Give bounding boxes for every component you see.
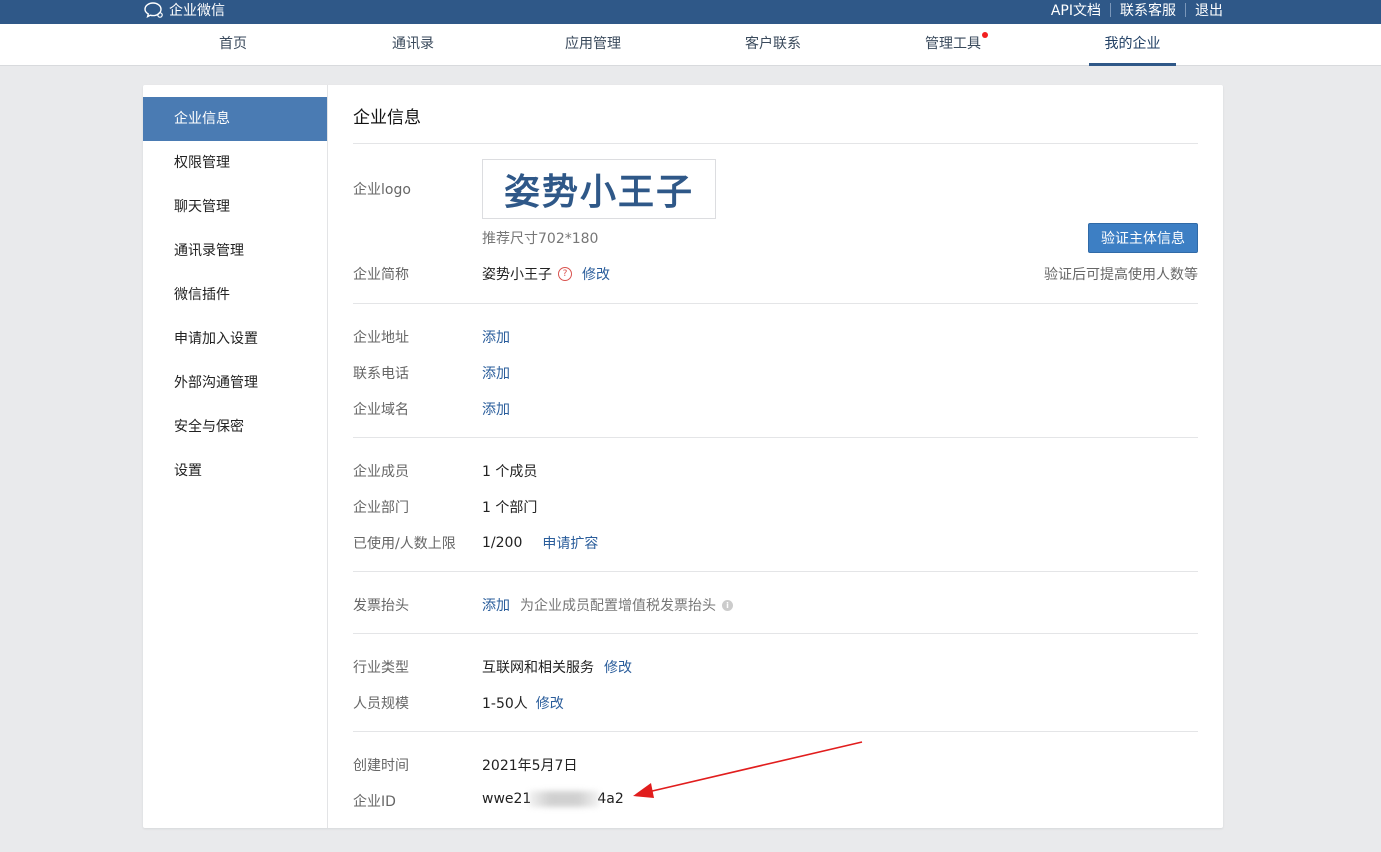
brand[interactable]: 企业微信 xyxy=(143,0,225,20)
divider xyxy=(353,571,1198,572)
sidebar-item-chat-management[interactable]: 聊天管理 xyxy=(143,185,327,229)
sidebar-item-company-info[interactable]: 企业信息 xyxy=(143,97,327,141)
top-bar: 企业微信 API文档 联系客服 退出 xyxy=(0,0,1381,24)
main-nav: 首页 通讯录 应用管理 客户联系 管理工具 我的企业 xyxy=(0,24,1381,66)
apply-expansion-link[interactable]: 申请扩容 xyxy=(542,533,598,553)
quota-label: 已使用/人数上限 xyxy=(353,536,456,552)
scale-label: 人员规模 xyxy=(353,696,409,712)
nav-customer-contact[interactable]: 客户联系 xyxy=(729,24,817,65)
industry-value: 互联网和相关服务 xyxy=(482,660,594,676)
corp-id-value[interactable]: wwe21 4a2 xyxy=(482,791,624,807)
divider xyxy=(353,143,1198,144)
page-title: 企业信息 xyxy=(353,108,421,128)
short-name-value: 姿势小王子 xyxy=(482,267,552,283)
wecom-logo-icon xyxy=(143,1,165,19)
divider xyxy=(353,633,1198,634)
scale-row: 1-50人 修改 xyxy=(482,693,564,713)
top-links: API文档 联系客服 退出 xyxy=(1051,0,1223,20)
add-address-link[interactable]: 添加 xyxy=(482,327,510,347)
divider xyxy=(1185,3,1186,17)
sidebar-item-wechat-plugin[interactable]: 微信插件 xyxy=(143,273,327,317)
brand-name: 企业微信 xyxy=(169,3,225,19)
phone-label: 联系电话 xyxy=(353,366,409,382)
sidebar-item-security[interactable]: 安全与保密 xyxy=(143,405,327,449)
sidebar-item-join-settings[interactable]: 申请加入设置 xyxy=(143,317,327,361)
departments-value: 1 个部门 xyxy=(482,500,538,516)
sidebar-item-contacts-management[interactable]: 通讯录管理 xyxy=(143,229,327,273)
divider xyxy=(1110,3,1111,17)
sidebar-item-permissions[interactable]: 权限管理 xyxy=(143,141,327,185)
nav-contacts[interactable]: 通讯录 xyxy=(376,24,450,65)
scale-value: 1-50人 xyxy=(482,696,528,712)
logo-size-hint: 推荐尺寸702*180 xyxy=(482,231,599,247)
logout-link[interactable]: 退出 xyxy=(1195,0,1223,20)
invoice-label: 发票抬头 xyxy=(353,598,409,614)
add-domain-link[interactable]: 添加 xyxy=(482,399,510,419)
nav-my-company[interactable]: 我的企业 xyxy=(1089,24,1176,66)
short-name-label: 企业简称 xyxy=(353,267,409,283)
nav-app-management[interactable]: 应用管理 xyxy=(549,24,637,65)
created-label: 创建时间 xyxy=(353,758,409,774)
nav-admin-tools[interactable]: 管理工具 xyxy=(909,24,997,65)
divider xyxy=(353,437,1198,438)
notification-dot xyxy=(982,32,988,38)
verify-entity-button[interactable]: 验证主体信息 xyxy=(1088,223,1198,253)
sidebar: 企业信息 权限管理 聊天管理 通讯录管理 微信插件 申请加入设置 外部沟通管理 … xyxy=(143,85,328,828)
quota-value: 1/200 xyxy=(482,535,523,551)
edit-scale-link[interactable]: 修改 xyxy=(536,693,564,713)
nav-admin-tools-label: 管理工具 xyxy=(925,36,981,52)
departments-label: 企业部门 xyxy=(353,500,409,516)
redacted-blur xyxy=(529,791,600,807)
corp-id-suffix: 4a2 xyxy=(597,791,624,807)
sidebar-item-settings[interactable]: 设置 xyxy=(143,449,327,493)
created-value: 2021年5月7日 xyxy=(482,758,578,774)
corp-id-prefix: wwe21 xyxy=(482,791,532,807)
divider xyxy=(353,303,1198,304)
api-docs-link[interactable]: API文档 xyxy=(1051,0,1101,20)
domain-label: 企业域名 xyxy=(353,402,409,418)
invoice-row: 添加 为企业成员配置增值税发票抬头 i xyxy=(482,595,733,615)
corp-id-label: 企业ID xyxy=(353,794,396,810)
edit-industry-link[interactable]: 修改 xyxy=(604,657,632,677)
divider xyxy=(353,731,1198,732)
company-info-panel: 企业信息 企业logo 姿势小王子 推荐尺寸702*180 验证主体信息 企业简… xyxy=(353,85,1198,828)
industry-label: 行业类型 xyxy=(353,660,409,676)
company-logo[interactable]: 姿势小王子 xyxy=(482,159,716,219)
edit-short-name-link[interactable]: 修改 xyxy=(582,264,610,284)
quota-row: 1/200 申请扩容 xyxy=(482,533,598,553)
add-invoice-link[interactable]: 添加 xyxy=(482,595,510,615)
invoice-description: 为企业成员配置增值税发票抬头 xyxy=(520,598,716,614)
industry-row: 互联网和相关服务 修改 xyxy=(482,657,632,677)
sidebar-item-external-communication[interactable]: 外部沟通管理 xyxy=(143,361,327,405)
logo-label: 企业logo xyxy=(353,182,411,198)
info-icon[interactable]: i xyxy=(722,599,733,611)
short-name-row: 姿势小王子 ? 修改 xyxy=(482,264,610,284)
nav-home[interactable]: 首页 xyxy=(196,24,270,65)
verify-tip: 验证后可提高使用人数等 xyxy=(1044,267,1198,283)
add-phone-link[interactable]: 添加 xyxy=(482,363,510,383)
help-icon[interactable]: ? xyxy=(558,267,572,281)
members-label: 企业成员 xyxy=(353,464,409,480)
address-label: 企业地址 xyxy=(353,330,409,346)
contact-support-link[interactable]: 联系客服 xyxy=(1120,0,1176,20)
content-card: 企业信息 权限管理 聊天管理 通讯录管理 微信插件 申请加入设置 外部沟通管理 … xyxy=(143,85,1223,828)
members-value: 1 个成员 xyxy=(482,464,538,480)
